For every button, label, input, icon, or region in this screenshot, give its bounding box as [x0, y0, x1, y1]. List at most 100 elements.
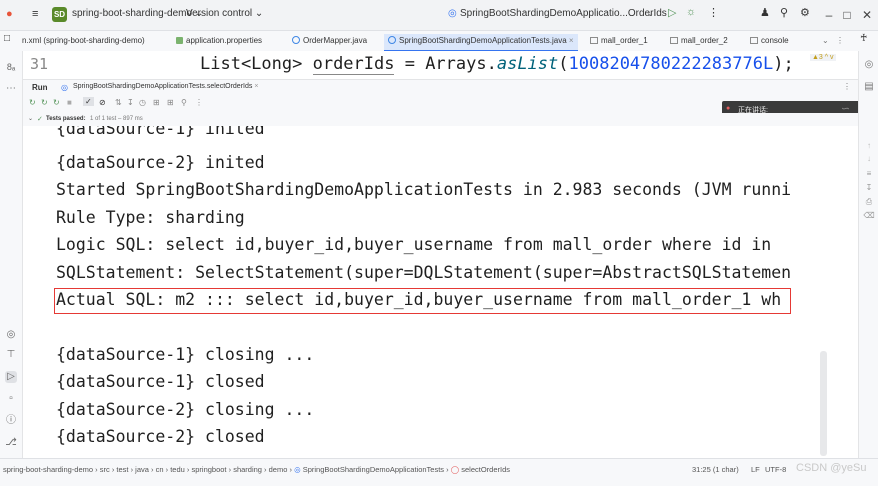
- import-icon[interactable]: ⊞: [167, 98, 174, 107]
- terminal-icon[interactable]: ▫: [5, 393, 17, 405]
- git-icon[interactable]: ⎇: [5, 437, 17, 449]
- scroll-up-icon[interactable]: ↑: [863, 141, 875, 150]
- rerun-debug-icon[interactable]: ↻: [53, 98, 60, 107]
- debug-icon[interactable]: ☼: [686, 6, 696, 18]
- inspection-widget[interactable]: ▲3 ^ v: [810, 54, 836, 61]
- scroll-down-icon[interactable]: ↓: [863, 154, 875, 163]
- tab-console[interactable]: console: [750, 34, 789, 50]
- rerun-icon[interactable]: ↻: [29, 98, 36, 107]
- soft-wrap-icon[interactable]: ≡: [863, 169, 875, 178]
- more-run-icon[interactable]: ⋮: [195, 98, 203, 107]
- tests-passed-label: Tests passed:: [46, 116, 86, 122]
- collapse-icon[interactable]: ⌄: [28, 115, 33, 122]
- stop-icon[interactable]: ■: [67, 98, 72, 107]
- notifications-panel-icon[interactable]: ◎: [863, 59, 875, 70]
- search-icon[interactable]: ⚲: [780, 6, 788, 19]
- sort-alpha-icon[interactable]: ⇅: [115, 98, 122, 107]
- run-config-dropdown[interactable]: SpringBootShardingDemoApplicatio...Order…: [460, 8, 667, 19]
- show-ignored-icon[interactable]: ⊘: [99, 98, 106, 107]
- run-tab[interactable]: SpringBootShardingDemoApplicationTests.s…: [73, 83, 258, 90]
- tab-mall-order-1[interactable]: mall_order_1: [590, 34, 648, 50]
- more-actions-icon[interactable]: ⋮: [708, 6, 719, 19]
- close-button[interactable]: ✕: [858, 6, 876, 24]
- project-panel-icon[interactable]: □: [4, 32, 10, 48]
- build-icon[interactable]: ⊤: [5, 349, 17, 361]
- clear-all-icon[interactable]: ⌫: [863, 211, 875, 220]
- passed-check-icon: ✓: [37, 116, 43, 123]
- breadcrumb-item[interactable]: sharding: [233, 465, 262, 474]
- console-line: SQLStatement: SelectStatement(super=DQLS…: [56, 263, 792, 282]
- cursor-position[interactable]: 31:25 (1 char): [692, 465, 739, 474]
- tab-application-properties[interactable]: application.properties: [176, 34, 262, 50]
- breadcrumb-item[interactable]: selectOrderIds: [461, 465, 510, 474]
- breadcrumb-item[interactable]: src: [100, 465, 110, 474]
- tab-application-tests[interactable]: SpringBootShardingDemoApplicationTests.j…: [384, 34, 578, 52]
- tabs-dropdown-icon[interactable]: ⌄: [822, 34, 829, 50]
- breadcrumb-item[interactable]: spring-boot-sharding-demo: [3, 465, 93, 474]
- tab-pom[interactable]: n.xml (spring-boot-sharding-demo): [22, 34, 145, 50]
- console-scrollbar[interactable]: [820, 351, 827, 456]
- breadcrumb-item[interactable]: java: [135, 465, 149, 474]
- run-tool-icon[interactable]: ▷: [5, 371, 17, 383]
- vcs-dropdown[interactable]: Version control ⌄: [186, 8, 263, 19]
- scroll-end-icon[interactable]: ↧: [863, 183, 875, 192]
- sort-duration-icon[interactable]: ↧: [127, 98, 134, 107]
- chevron-down-icon[interactable]: ⌄: [646, 8, 654, 19]
- tabs-more-icon[interactable]: ⋮: [836, 34, 844, 50]
- main-menu-icon[interactable]: ≡: [32, 8, 38, 20]
- run-options-icon[interactable]: ⋮: [843, 82, 851, 91]
- java-class-icon: [388, 36, 396, 44]
- breadcrumb-item[interactable]: cn: [156, 465, 164, 474]
- console-line: Rule Type: sharding: [56, 208, 245, 227]
- services-icon[interactable]: ◎: [5, 329, 17, 341]
- user-icon[interactable]: ♟: [760, 6, 770, 19]
- more-tools-icon[interactable]: ⋯: [5, 83, 17, 95]
- breadcrumb: spring-boot-sharding-demo › src › test ›…: [3, 465, 511, 474]
- breadcrumb-item[interactable]: tedu: [170, 465, 185, 474]
- maximize-button[interactable]: □: [838, 6, 856, 24]
- java-class-icon: [292, 36, 300, 44]
- history-icon[interactable]: ◷: [139, 98, 146, 107]
- table-icon: [590, 37, 598, 44]
- run-panel-title: Run: [32, 83, 48, 92]
- code-line: List<Long> orderIds = Arrays.asList(1008…: [200, 54, 794, 75]
- console-line: {dataSource-1} inited: [56, 126, 265, 138]
- settings-icon[interactable]: ⚙: [800, 6, 810, 19]
- breadcrumb-item[interactable]: demo: [269, 465, 288, 474]
- print-icon[interactable]: ⎙: [863, 197, 875, 207]
- run-icon[interactable]: ▷: [668, 6, 676, 19]
- notifications-icon[interactable]: ♰: [860, 32, 867, 48]
- tests-detail: 1 of 1 test – 897 ms: [90, 116, 143, 122]
- show-passed-toggle[interactable]: ✓: [83, 97, 94, 106]
- left-tool-bar: 8ₐ ⋯ ◎ ⊤ ▷ ▫ ⓘ ⎇: [0, 51, 23, 458]
- breadcrumb-item[interactable]: test: [116, 465, 128, 474]
- status-bar: spring-boot-sharding-demo › src › test ›…: [0, 458, 878, 486]
- editor-visible-line[interactable]: 31 List<Long> orderIds = Arrays.asList(1…: [23, 51, 858, 79]
- problems-icon[interactable]: ⓘ: [5, 415, 17, 427]
- tab-order-mapper[interactable]: OrderMapper.java: [292, 34, 367, 50]
- zoom-icon[interactable]: ⚲: [181, 98, 187, 107]
- structure-icon[interactable]: 8ₐ: [5, 61, 17, 73]
- minimize-button[interactable]: –: [820, 6, 838, 24]
- breadcrumb-item[interactable]: springboot: [191, 465, 226, 474]
- run-config-icon: ◎: [448, 8, 457, 19]
- console-icon: [750, 37, 758, 44]
- tab-mall-order-2[interactable]: mall_order_2: [670, 34, 728, 50]
- console-line: {dataSource-2} closed: [56, 427, 265, 446]
- close-tab-icon[interactable]: ×: [569, 36, 574, 45]
- run-panel-header: Run ◎ SpringBootShardingDemoApplicationT…: [23, 79, 878, 96]
- console-output[interactable]: {dataSource-1} inited {dataSource-2} ini…: [23, 126, 858, 458]
- test-class-icon: ◎: [61, 83, 68, 92]
- export-icon[interactable]: ⊞: [153, 98, 160, 107]
- breadcrumb-item[interactable]: SpringBootShardingDemoApplicationTests: [303, 465, 444, 474]
- microphone-icon: ●: [726, 105, 731, 112]
- file-encoding[interactable]: UTF-8: [765, 465, 786, 474]
- database-icon[interactable]: ▤: [863, 81, 875, 92]
- line-separator[interactable]: LF: [751, 465, 760, 474]
- watermark: CSDN @yeSu: [796, 462, 867, 474]
- line-number: 31: [30, 55, 49, 73]
- title-bar: ● ≡ SD spring-boot-sharding-demo ⌄ Versi…: [0, 0, 878, 31]
- rerun-failed-icon[interactable]: ↻: [41, 98, 48, 107]
- project-name-dropdown[interactable]: spring-boot-sharding-demo ⌄: [72, 8, 203, 19]
- method-icon: ◯: [450, 465, 460, 474]
